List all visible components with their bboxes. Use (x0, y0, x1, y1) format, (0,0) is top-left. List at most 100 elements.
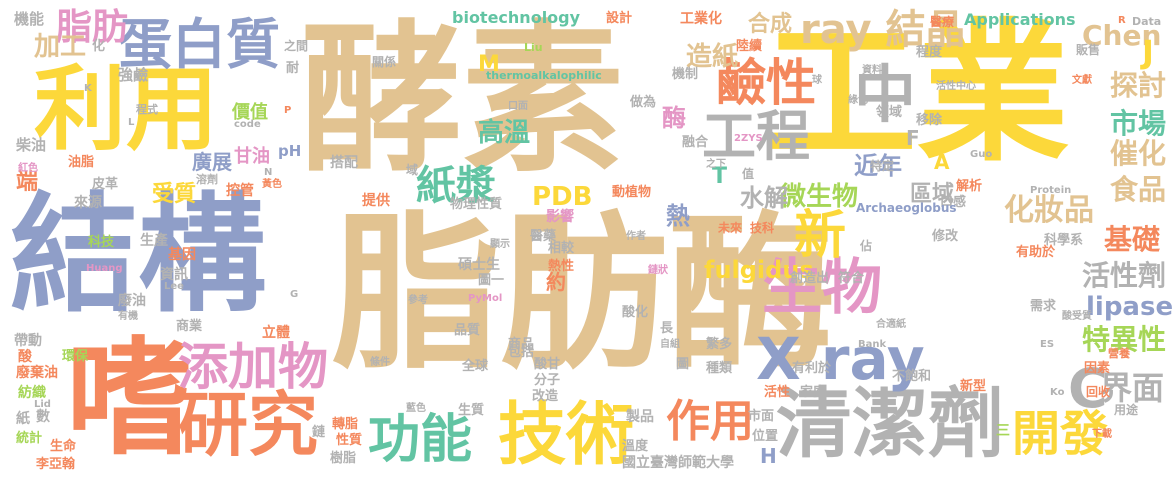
word: P (284, 105, 292, 116)
word: 鏈狀 (648, 265, 668, 276)
word: 值 (742, 167, 755, 181)
word: 三 (996, 423, 1010, 439)
word: 控管 (226, 183, 254, 199)
word: 耐 (286, 61, 300, 76)
word: 受質 (152, 182, 197, 207)
word: 關係 (372, 55, 397, 69)
word: 酸化 (622, 305, 649, 320)
word: 合適紙 (876, 319, 906, 330)
word: 製品 (626, 409, 654, 425)
word: 2ZYS (734, 133, 763, 144)
word: Archaeoglobus (856, 201, 957, 215)
word: 長 (660, 321, 674, 336)
word: 分子 (534, 373, 561, 388)
word: J (1142, 33, 1154, 71)
word: 活性 (764, 385, 791, 400)
word: 活性劑 (1082, 259, 1167, 292)
word: 作者 (626, 231, 646, 242)
word: 融合 (682, 135, 709, 150)
word: pH (278, 142, 302, 160)
word: 影響 (546, 209, 574, 225)
word: 立體 (262, 325, 290, 341)
word: 廢棄油 (16, 365, 58, 381)
word: 酸 (18, 349, 32, 365)
word: 酸受質 (1062, 311, 1092, 322)
word: 廢油 (118, 293, 146, 309)
word: 之下 (706, 159, 726, 170)
word: Liu (524, 41, 543, 54)
word: 機能 (14, 10, 45, 28)
word: PyMol (468, 293, 503, 304)
word: 圖 (676, 357, 690, 372)
word: 皮革 (92, 177, 119, 192)
word: 修改 (932, 229, 959, 244)
word: 溶劑 (196, 173, 218, 186)
word: 樹脂 (330, 451, 357, 466)
word: 醫療 (930, 15, 955, 29)
word: H (760, 444, 777, 468)
word: Lee (164, 281, 184, 292)
word: 有利於 (792, 361, 832, 376)
word: 陸續 (736, 39, 763, 54)
word: 球 (812, 75, 822, 86)
word: 機制 (672, 67, 699, 82)
word: 顯示 (490, 239, 510, 250)
word: biotechnology (452, 8, 581, 27)
word: 工業化 (680, 11, 722, 27)
word: 熱性 (548, 259, 575, 274)
word: 綠色 (848, 95, 868, 106)
word: 數 (36, 409, 50, 425)
word: 基礎 (1104, 223, 1161, 256)
word: 口面 (508, 101, 528, 112)
word: 有助於 (1016, 245, 1056, 260)
word: 包括 (508, 345, 535, 360)
word: 市面 (748, 409, 775, 424)
word: lipase (1086, 292, 1174, 322)
word: 用途 (1114, 403, 1139, 417)
word: 搭配 (330, 155, 358, 171)
word: 市場 (1110, 107, 1167, 140)
word: Guo (970, 149, 993, 160)
word: 生質 (458, 403, 485, 418)
word: 性質 (336, 433, 363, 448)
word: 參考 (408, 295, 428, 306)
word: 資料 (862, 65, 882, 76)
word: 黃色 (262, 179, 282, 190)
word: Data (1132, 15, 1162, 28)
word: code (234, 119, 261, 130)
word: Huang (86, 263, 123, 274)
word: 動植物 (612, 185, 652, 200)
word: 未來 (718, 221, 743, 235)
word: F (906, 126, 920, 150)
word: 酶 (662, 104, 686, 132)
word: 鏈 (312, 425, 326, 440)
word: 位置 (752, 429, 779, 444)
word: 溫度 (622, 439, 649, 454)
word: 條件 (370, 357, 390, 368)
word: thermoalkalophilic (486, 69, 602, 82)
word: 合成 (748, 12, 793, 37)
word: 改造 (532, 389, 559, 404)
word: 繁多 (706, 337, 733, 352)
word: 物理性質 (450, 197, 503, 212)
word: 技科 (750, 221, 775, 235)
word: 約 (546, 270, 566, 294)
word: Ko (1050, 387, 1065, 398)
word: 熱 (666, 202, 690, 230)
word: 特定 (870, 159, 895, 173)
word: 生產 (140, 233, 168, 249)
word: 資訊 (160, 267, 188, 283)
word: 紙 (16, 411, 30, 427)
word: 之間 (284, 39, 309, 53)
word: 柴油 (16, 136, 47, 154)
word: 帶動 (14, 333, 42, 349)
word: 種類 (706, 361, 733, 376)
word: 探討 (1110, 69, 1167, 102)
word: 食品 (1110, 173, 1167, 206)
word: R (1118, 15, 1126, 26)
word: 統計 (16, 431, 43, 446)
word: 下載 (1092, 429, 1112, 440)
word: 需求 (1030, 299, 1057, 314)
word: 有機 (118, 311, 138, 322)
word: 全球 (462, 359, 489, 374)
